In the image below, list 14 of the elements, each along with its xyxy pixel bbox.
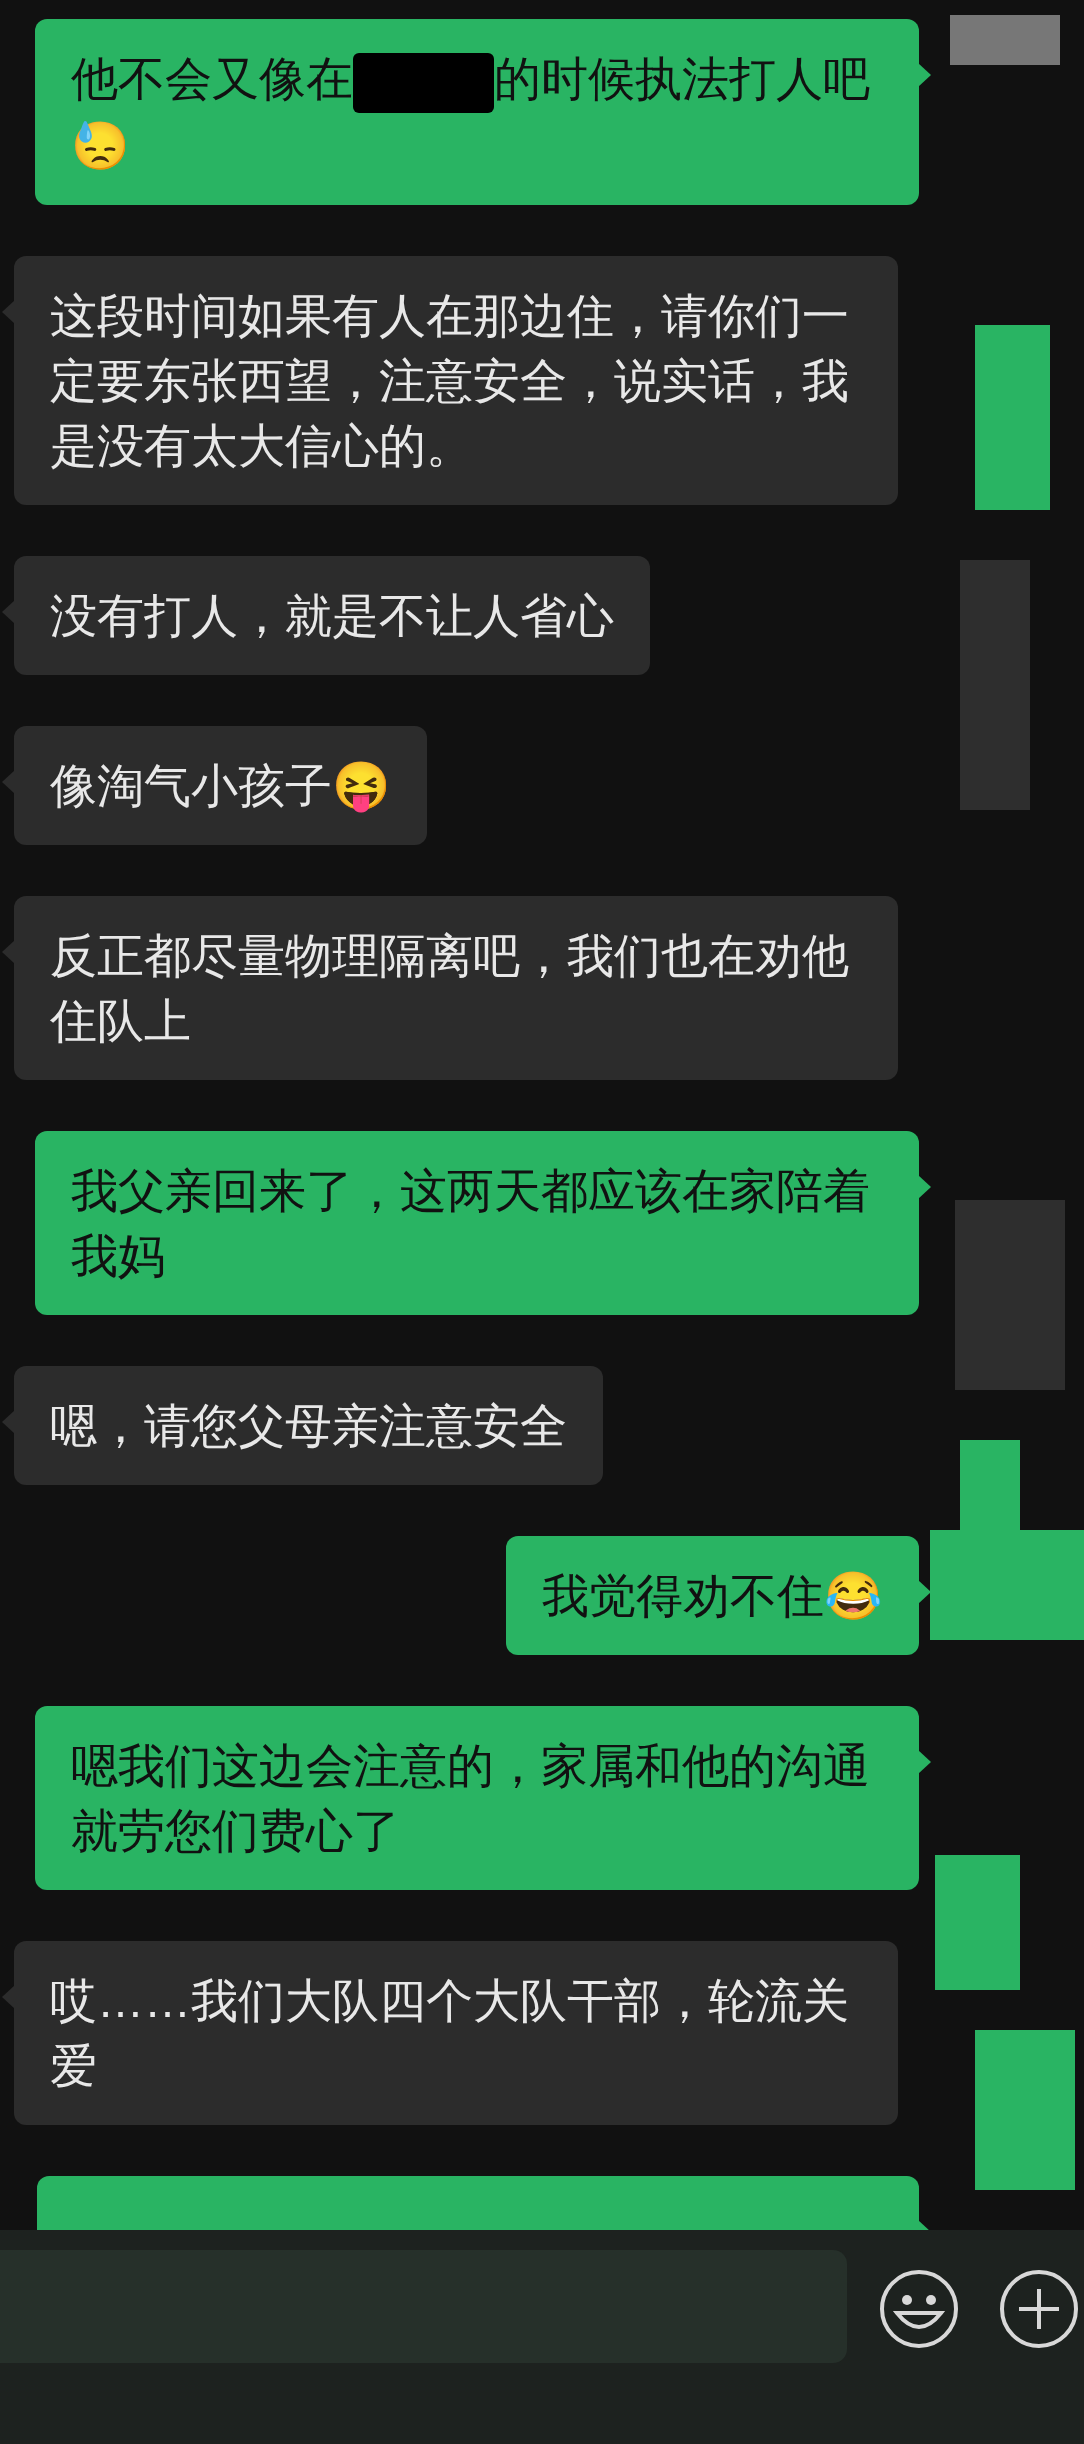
emoji-icon[interactable] <box>879 2269 959 2349</box>
message-text: 我觉得劝不住😂 <box>542 1568 883 1622</box>
message-text: 哎……我们大队四个大队干部，轮流关爱 <box>50 1973 849 2092</box>
message-text: 嗯我们这边会注意的，家属和他的沟通就劳您们费心了 <box>71 1738 870 1857</box>
plus-icon[interactable] <box>999 2269 1079 2349</box>
message-text: 的时候执法打人吧 <box>494 52 870 105</box>
message-text: 没有打人，就是不让人省心 <box>50 588 614 642</box>
message-text: 像淘气小孩子😝 <box>50 758 391 812</box>
message-text: 反正都尽量物理隔离吧，我们也在劝他住队上 <box>50 928 849 1047</box>
message-text: 我父亲回来了，这两天都应该在家陪着我妈 <box>71 1163 870 1282</box>
message-text: 😓 <box>71 118 130 172</box>
message-text: 这段时间如果有人在那边住，请你们一定要东张西望，注意安全，说实话，我是没有太大信心的。 <box>50 288 849 472</box>
message-text: 嗯，请您父母亲注意安全 <box>50 1398 567 1452</box>
message-text: 他不会又像在 <box>71 52 353 105</box>
